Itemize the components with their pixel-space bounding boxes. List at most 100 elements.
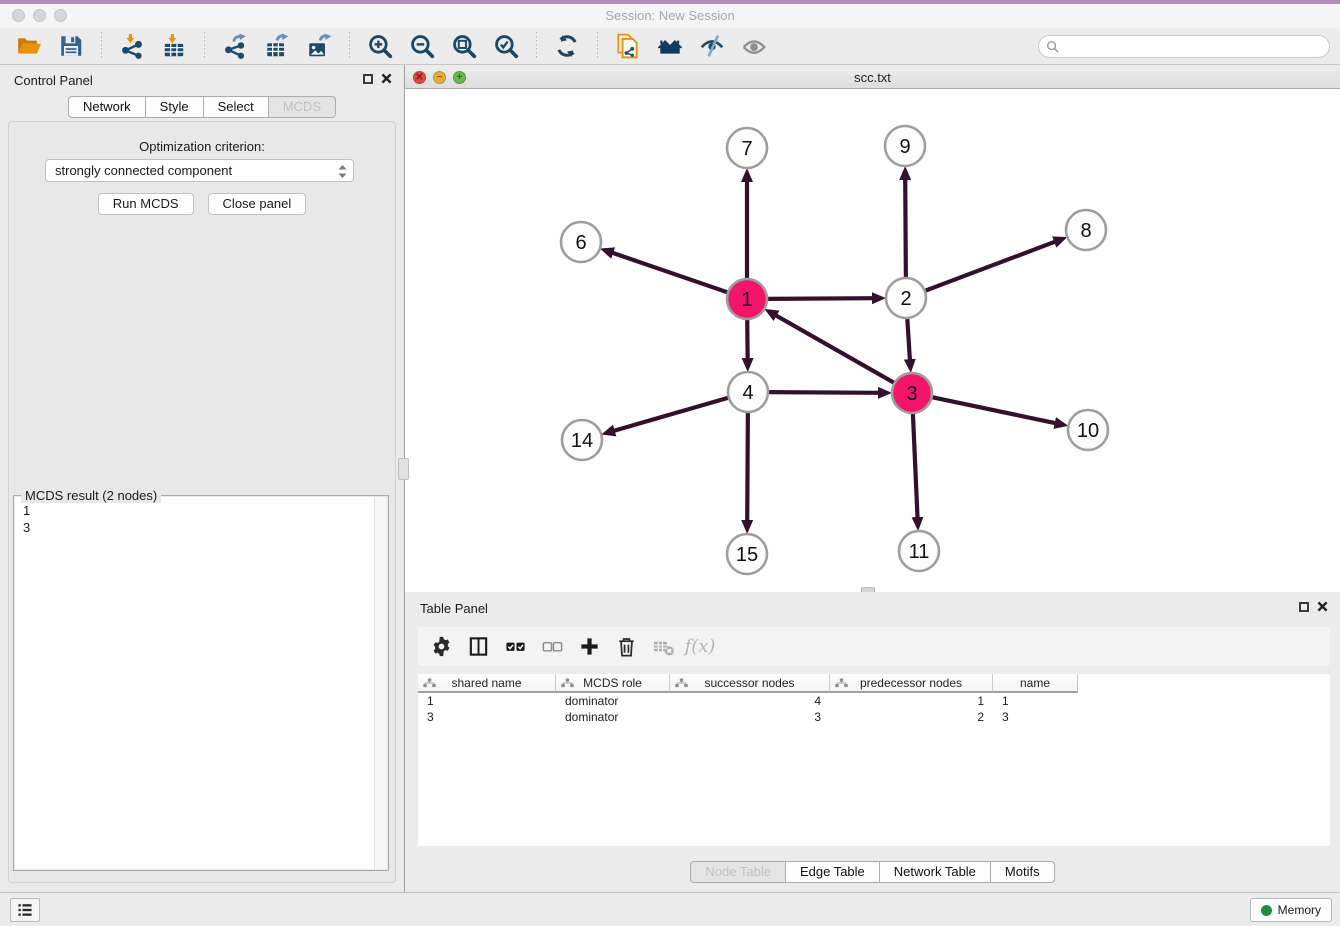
column-header-mcds-role[interactable]: MCDS role bbox=[556, 674, 670, 693]
graph-edge-4-14[interactable] bbox=[613, 398, 728, 431]
float-table-panel-icon[interactable] bbox=[1299, 602, 1309, 612]
graph-edge-2-3[interactable] bbox=[907, 319, 910, 361]
export-network-icon bbox=[222, 33, 248, 59]
tab-edge-table[interactable]: Edge Table bbox=[786, 861, 880, 883]
network-canvas[interactable]: 7 9 6 8 1 2 4 3 14 10 15 11 bbox=[405, 90, 1340, 592]
search-box[interactable] bbox=[1038, 35, 1330, 58]
import-table-icon bbox=[161, 33, 187, 59]
graph-node-15[interactable]: 15 bbox=[727, 534, 767, 574]
network-view-window: ✕ − + scc.txt 7 9 6 8 1 2 4 3 14 10 15 11 bbox=[405, 66, 1340, 592]
mcds-panel: Optimization criterion: strongly connect… bbox=[8, 121, 396, 883]
select-all-columns-button[interactable] bbox=[500, 633, 530, 661]
tab-style[interactable]: Style bbox=[146, 96, 204, 118]
column-header-shared-name[interactable]: shared name bbox=[418, 674, 556, 693]
graph-node-7[interactable]: 7 bbox=[727, 128, 767, 168]
tab-network-table[interactable]: Network Table bbox=[880, 861, 991, 883]
table-tabs: Node TableEdge TableNetwork TableMotifs bbox=[405, 861, 1340, 883]
table-cell: 3 bbox=[418, 709, 556, 725]
graph-node-6[interactable]: 6 bbox=[561, 222, 601, 262]
canvas-resize-handle[interactable] bbox=[861, 587, 875, 592]
table-options-button[interactable] bbox=[426, 633, 456, 661]
export-image-button[interactable] bbox=[303, 31, 335, 61]
network-window-titlebar[interactable]: ✕ − + scc.txt bbox=[405, 66, 1340, 89]
table-row[interactable]: 3dominator323 bbox=[418, 709, 1330, 725]
panel-splitter-handle[interactable] bbox=[398, 458, 409, 480]
graph-edge-1-6[interactable] bbox=[611, 252, 727, 292]
hierarchy-icon bbox=[675, 678, 688, 688]
hide-selected-button[interactable] bbox=[696, 31, 728, 61]
table-cell: 2 bbox=[830, 709, 993, 725]
memory-status-icon bbox=[1261, 905, 1272, 916]
run-mcds-button[interactable]: Run MCDS bbox=[98, 193, 194, 215]
table-cell: dominator bbox=[556, 693, 670, 709]
result-scrollbar[interactable] bbox=[374, 497, 387, 869]
network-from-file-button[interactable] bbox=[612, 31, 644, 61]
table-toolbar: f(x) bbox=[418, 627, 1330, 666]
import-table-button[interactable] bbox=[158, 31, 190, 61]
graph-node-14[interactable]: 14 bbox=[562, 420, 602, 460]
zoom-selected-button[interactable] bbox=[490, 31, 522, 61]
column-header-predecessor-nodes[interactable]: predecessor nodes bbox=[830, 674, 993, 693]
network-graph[interactable]: 7 9 6 8 1 2 4 3 14 10 15 11 bbox=[405, 90, 1338, 592]
first-neighbors-button[interactable] bbox=[654, 31, 686, 61]
zoom-fit-button[interactable] bbox=[448, 31, 480, 61]
deselect-all-columns-button[interactable] bbox=[537, 633, 567, 661]
memory-button[interactable]: Memory bbox=[1250, 898, 1332, 922]
graph-node-9[interactable]: 9 bbox=[885, 126, 925, 166]
graph-node-11[interactable]: 11 bbox=[899, 531, 939, 571]
export-network-button[interactable] bbox=[219, 31, 251, 61]
graph-edge-1-2[interactable] bbox=[768, 298, 874, 299]
mcds-result-title: MCDS result (2 nodes) bbox=[21, 488, 161, 503]
close-panel-button[interactable]: Close panel bbox=[208, 193, 307, 215]
close-table-panel-icon[interactable] bbox=[1317, 601, 1328, 612]
export-table-button[interactable] bbox=[261, 31, 293, 61]
graph-edge-3-11[interactable] bbox=[913, 414, 918, 519]
zoom-in-button[interactable] bbox=[364, 31, 396, 61]
main-toolbar bbox=[0, 28, 1340, 65]
delete-column-button[interactable] bbox=[611, 633, 641, 661]
show-all-button[interactable] bbox=[738, 31, 770, 61]
task-history-button[interactable] bbox=[10, 898, 40, 922]
function-builder-button[interactable]: f(x) bbox=[685, 633, 715, 661]
create-column-button[interactable] bbox=[574, 633, 604, 661]
import-network-button[interactable] bbox=[116, 31, 148, 61]
graph-edge-4-15[interactable] bbox=[747, 413, 748, 522]
tab-select[interactable]: Select bbox=[204, 96, 269, 118]
optimization-select[interactable]: strongly connected component bbox=[45, 159, 354, 182]
titlebar: Session: New Session bbox=[0, 4, 1340, 28]
open-session-button[interactable] bbox=[13, 31, 45, 61]
column-header-successor-nodes[interactable]: successor nodes bbox=[670, 674, 830, 693]
graph-node-8[interactable]: 8 bbox=[1066, 210, 1106, 250]
search-icon bbox=[1046, 40, 1059, 53]
graph-edge-3-1[interactable] bbox=[775, 315, 894, 383]
graph-edge-2-9[interactable] bbox=[905, 178, 906, 277]
zoom-out-button[interactable] bbox=[406, 31, 438, 61]
hierarchy-icon bbox=[561, 678, 574, 688]
graph-edge-4-3[interactable] bbox=[769, 392, 880, 393]
search-input[interactable] bbox=[1064, 40, 1329, 54]
float-panel-icon[interactable] bbox=[363, 74, 373, 84]
graph-node-2[interactable]: 2 bbox=[886, 278, 926, 318]
graph-edge-3-10[interactable] bbox=[933, 397, 1057, 423]
graph-node-label: 1 bbox=[741, 289, 752, 311]
plus-icon bbox=[578, 635, 601, 658]
refresh-view-button[interactable] bbox=[551, 31, 583, 61]
column-header-name[interactable]: name bbox=[993, 674, 1078, 693]
graph-node-10[interactable]: 10 bbox=[1068, 410, 1108, 450]
table-cell: 1 bbox=[993, 693, 1078, 709]
graph-node-4[interactable]: 4 bbox=[728, 372, 768, 412]
graph-edge-2-8[interactable] bbox=[926, 241, 1056, 290]
save-session-button[interactable] bbox=[55, 31, 87, 61]
eye-slash-icon bbox=[699, 33, 725, 59]
tab-motifs[interactable]: Motifs bbox=[991, 861, 1055, 883]
tab-node-table[interactable]: Node Table bbox=[690, 861, 786, 883]
show-columns-button[interactable] bbox=[463, 633, 493, 661]
table-row[interactable]: 1dominator411 bbox=[418, 693, 1330, 709]
close-panel-icon[interactable] bbox=[381, 73, 392, 84]
graph-node-1[interactable]: 1 bbox=[727, 279, 767, 319]
tab-network[interactable]: Network bbox=[68, 96, 146, 118]
delete-table-button[interactable] bbox=[648, 633, 678, 661]
tab-mcds[interactable]: MCDS bbox=[269, 96, 336, 118]
mcds-result-area[interactable]: 13 bbox=[15, 497, 387, 869]
graph-node-3[interactable]: 3 bbox=[892, 373, 932, 413]
